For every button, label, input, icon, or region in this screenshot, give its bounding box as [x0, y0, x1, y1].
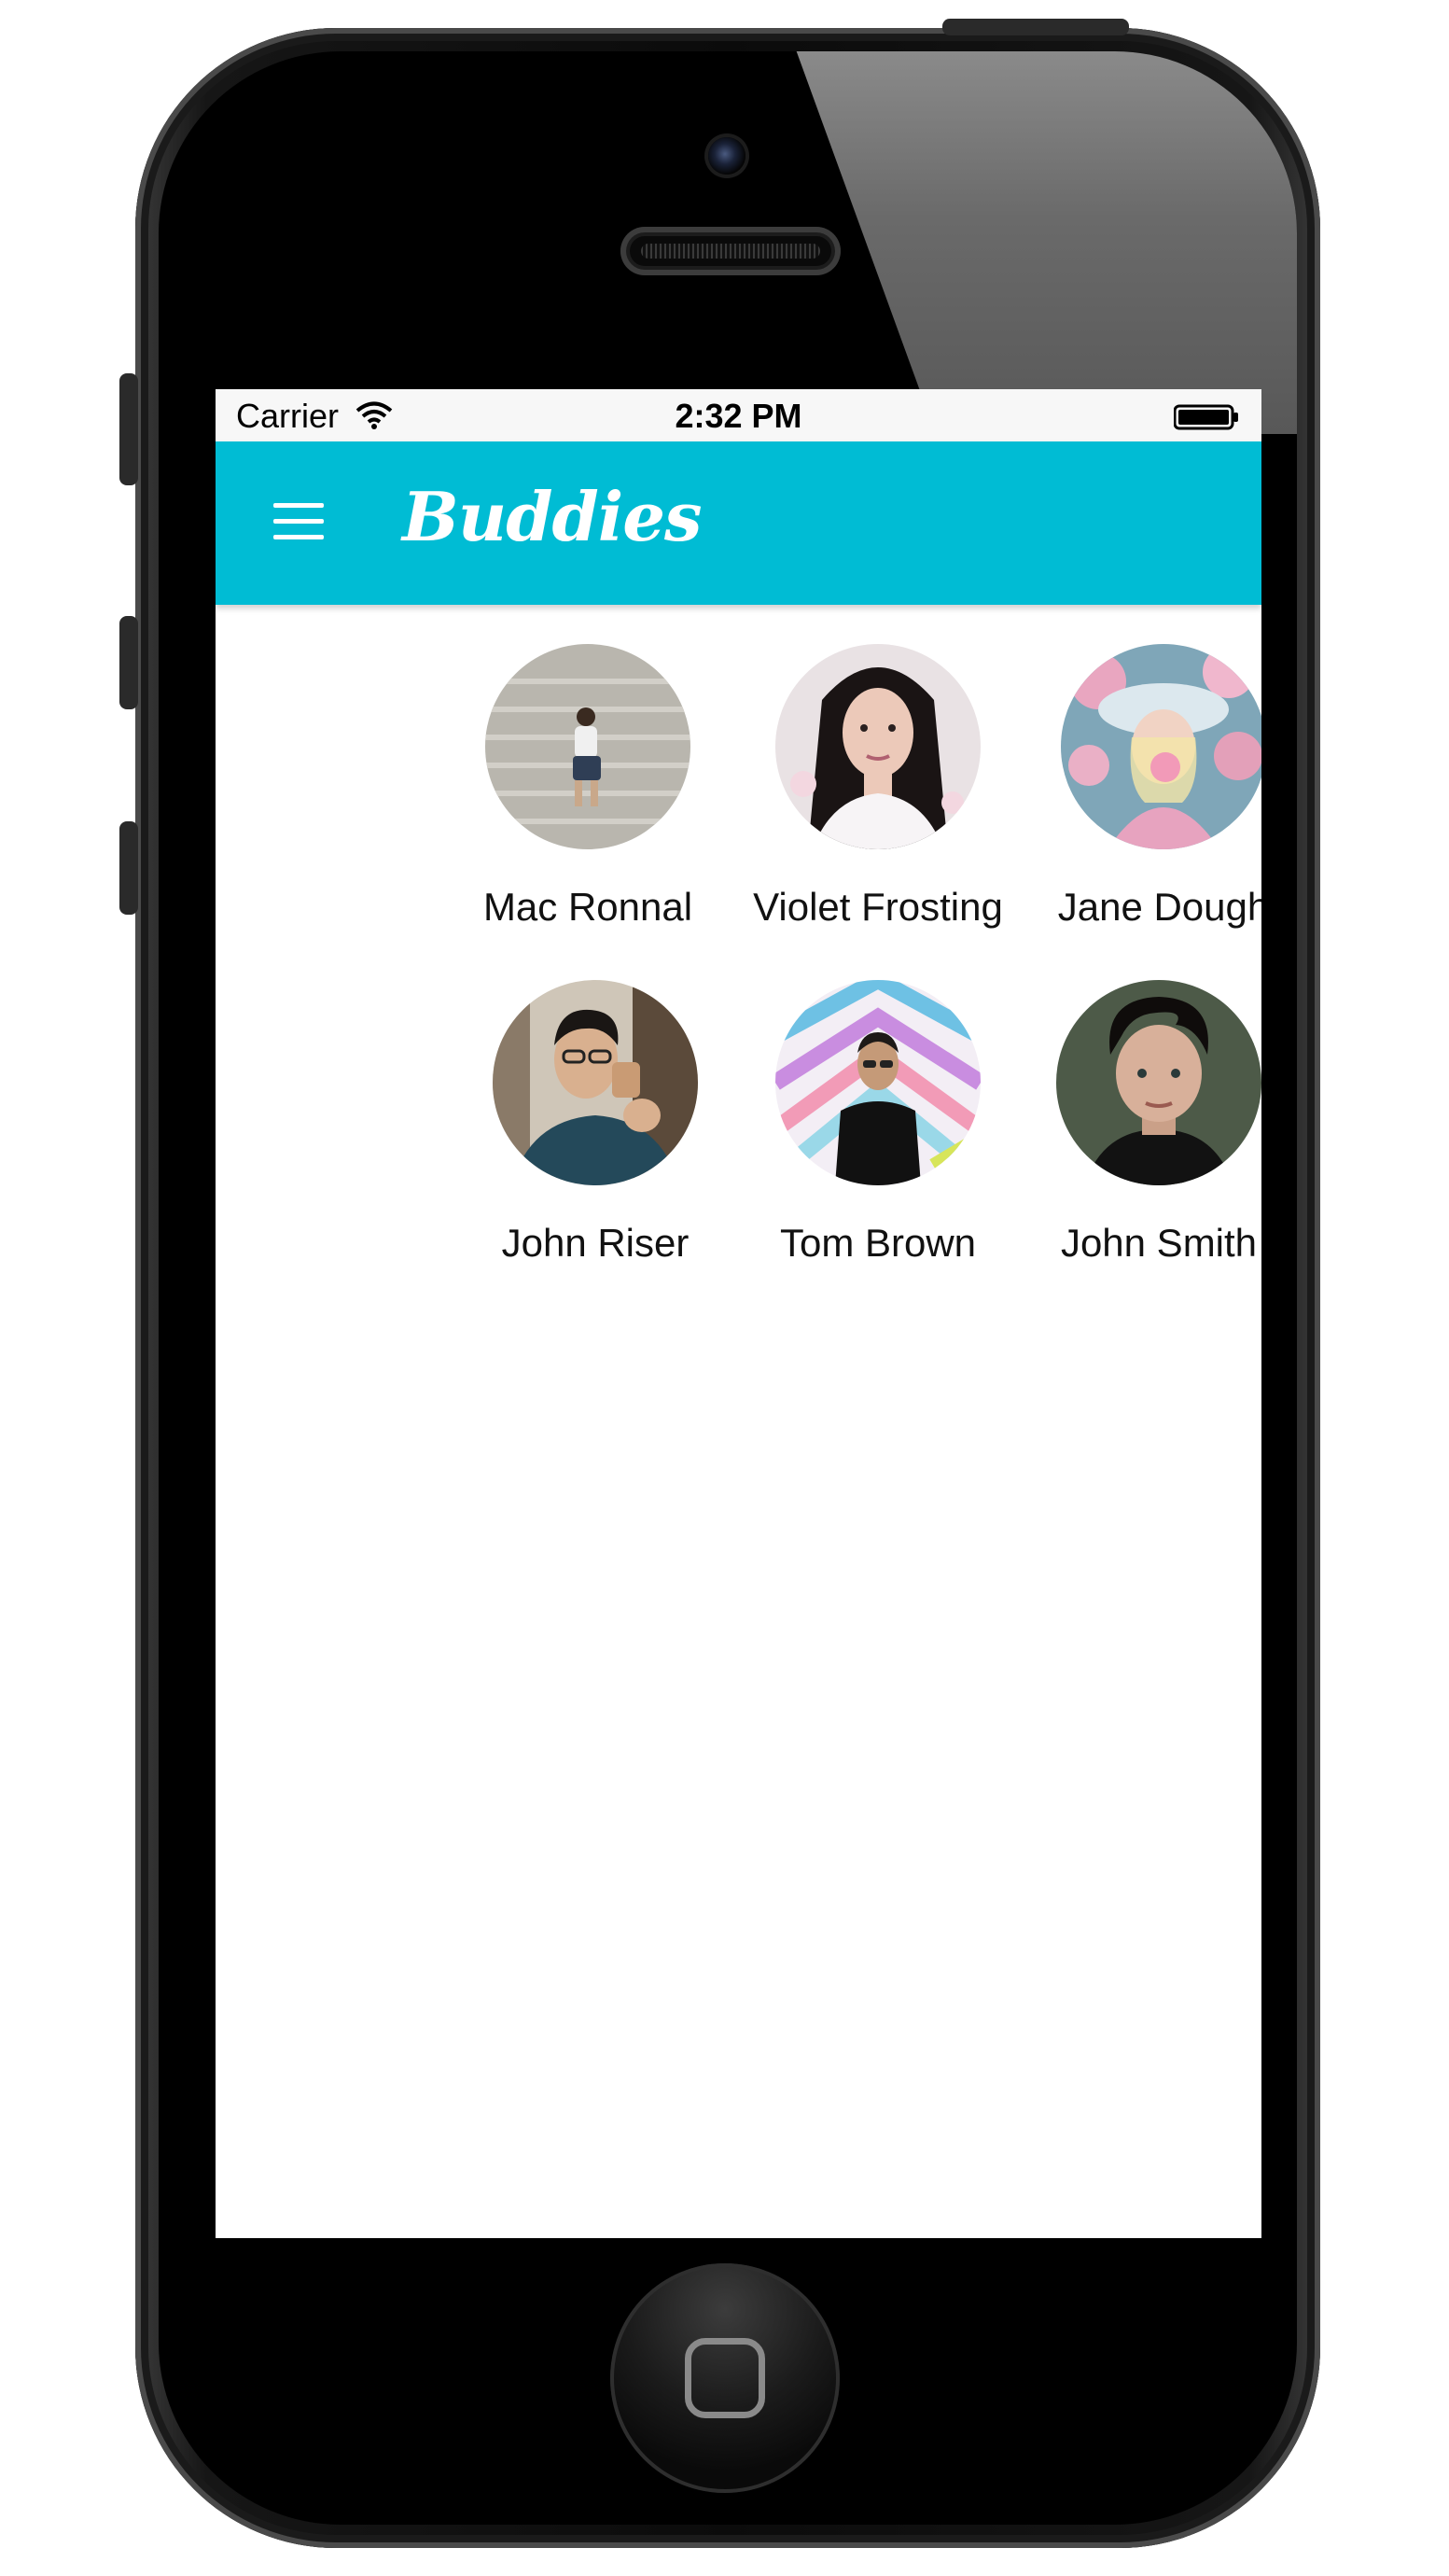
buddy-card[interactable]: Violet Frosting: [743, 644, 1013, 930]
earpiece-speaker: [620, 227, 841, 275]
avatar: [775, 980, 981, 1185]
power-button: [942, 19, 1129, 35]
avatar-photo: [485, 644, 690, 849]
home-square-icon: [685, 2338, 765, 2418]
buddy-name: John Smith: [1060, 1221, 1258, 1265]
glass-reflection: [793, 51, 1297, 434]
avatar: [1056, 980, 1261, 1185]
avatar: [485, 644, 690, 849]
avatar-photo: [775, 980, 981, 1185]
home-button[interactable]: [610, 2263, 840, 2493]
avatar: [775, 644, 981, 849]
avatar-photo: [775, 644, 981, 849]
buddy-card[interactable]: Mac Ronnal: [453, 644, 723, 930]
buddy-name: Violet Frosting: [753, 885, 1003, 929]
buddy-name: Mac Ronnal: [482, 885, 693, 929]
avatar: [493, 980, 698, 1185]
buddy-card[interactable]: Tom Brown: [743, 980, 1013, 1266]
avatar-photo: [493, 980, 698, 1185]
app-screen: Carrier 2:32 PM Buddies Mac Ronnal Viole…: [216, 389, 1261, 2238]
front-camera: [708, 137, 745, 175]
volume-down-button: [119, 821, 138, 915]
buddy-grid: Mac Ronnal Violet Frosting Jane Dough Jo…: [216, 389, 1261, 2238]
buddy-card[interactable]: John Riser: [460, 980, 731, 1266]
mute-switch: [119, 373, 138, 485]
buddy-name: Jane Dough: [1057, 885, 1261, 929]
avatar-photo: [1061, 644, 1261, 849]
avatar-photo: [1056, 980, 1261, 1185]
buddy-card[interactable]: Jane Dough: [1028, 644, 1261, 930]
buddy-card[interactable]: John Smith: [1024, 980, 1261, 1266]
volume-up-button: [119, 616, 138, 709]
avatar: [1061, 644, 1261, 849]
buddy-name: Tom Brown: [779, 1221, 977, 1265]
buddy-name: John Riser: [501, 1221, 690, 1265]
